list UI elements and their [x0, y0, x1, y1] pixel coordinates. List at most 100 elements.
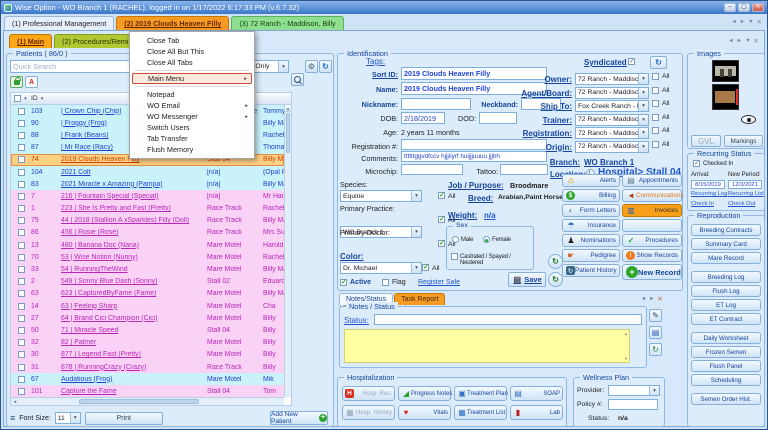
patient-name-link[interactable]: 216 | Fountain Special (Special) — [61, 193, 207, 200]
action-button[interactable]: Alerts — [562, 174, 620, 187]
action-button[interactable]: Appointments — [622, 174, 682, 187]
patient-owner-link[interactable]: Cha — [263, 303, 284, 310]
recurring-link[interactable]: Recurring Log — [691, 191, 727, 197]
row-checkbox[interactable] — [18, 144, 25, 151]
weight-value[interactable]: n/a — [484, 211, 496, 220]
sync-refresh-icon[interactable]: ↻ — [650, 56, 667, 69]
reproduction-button[interactable]: Scheduling — [691, 374, 761, 386]
row-checkbox[interactable] — [18, 388, 25, 395]
status-input[interactable] — [374, 314, 642, 325]
row-checkbox[interactable] — [18, 132, 25, 139]
row-checkbox[interactable] — [18, 376, 25, 383]
hospitalization-button[interactable]: Progress Notes — [398, 386, 451, 401]
action-button[interactable]: Nominations — [562, 234, 620, 247]
active-checkbox[interactable] — [340, 279, 347, 286]
scroll-down-icon[interactable]: ▼ — [624, 356, 628, 361]
hospitalization-button[interactable]: Hosp. History — [342, 405, 395, 420]
menu-item[interactable]: Flush Memory — [132, 144, 252, 155]
row-checkbox[interactable] — [18, 181, 25, 188]
action-button[interactable]: Show Records — [622, 249, 682, 262]
row-checkbox[interactable] — [18, 315, 25, 322]
row-checkbox[interactable] — [18, 156, 25, 163]
color-link[interactable]: Color: — [340, 252, 364, 261]
hospitalization-button[interactable]: SOAP — [510, 386, 563, 401]
patient-owner-link[interactable]: Billy Ma — [263, 266, 284, 273]
patient-owner-link[interactable]: Billy — [263, 315, 284, 322]
table-row[interactable]: 86 456 | Rosie (Rose) Race Track Mrs Sus — [11, 227, 284, 239]
patient-owner-link[interactable]: Mr Hana — [263, 193, 284, 200]
save-note-icon[interactable]: ▤ — [649, 326, 662, 339]
table-row[interactable]: 70 53 | Wise Notion (Nunny) Mare Motel R… — [11, 251, 284, 263]
action-button[interactable]: Patient History — [562, 264, 620, 277]
patient-owner-link[interactable]: Billy Ma — [263, 217, 284, 224]
party-select[interactable]: 72 Ranch - Maddison, B — [575, 127, 649, 139]
search-icon[interactable] — [291, 73, 304, 86]
patient-owner-link[interactable]: Harold — [263, 242, 284, 249]
action-button[interactable]: Notes — [622, 219, 682, 232]
branch-label[interactable]: Branch: — [518, 158, 580, 167]
horizontal-scrollbar[interactable]: ◄ — [11, 397, 284, 405]
patient-owner-link[interactable]: Billy Ma — [263, 156, 284, 163]
panel-close-icon[interactable]: ✕ — [658, 295, 663, 303]
patient-name-link[interactable]: 456 | Rosie (Rose) — [61, 229, 207, 236]
breed-link[interactable]: Breed: — [468, 194, 493, 203]
row-checkbox[interactable] — [18, 278, 25, 285]
tab-close-icon[interactable]: ✕ — [757, 18, 762, 26]
syndicated-link[interactable]: Syndicated — [584, 58, 627, 67]
party-label-link[interactable]: Agent/Board: — [514, 89, 572, 98]
subtab-close-icon[interactable]: ✕ — [754, 37, 759, 45]
vertical-scrollbar[interactable]: ▲ — [284, 105, 291, 397]
gear-icon[interactable]: ⚙ — [305, 60, 318, 73]
menu-item[interactable]: Close Tab — [132, 35, 252, 46]
row-checkbox[interactable] — [18, 229, 25, 236]
menu-item[interactable]: Notepad — [132, 89, 252, 100]
list-menu-icon[interactable]: ≡ — [10, 413, 15, 423]
patient-name-link[interactable]: 2021 Miracle x Amazing (Pampa) — [61, 181, 207, 188]
action-button[interactable]: Billing — [562, 189, 620, 202]
checked-in-checkbox[interactable] — [693, 160, 700, 167]
party-select[interactable]: 72 Ranch - Maddison, B — [575, 141, 649, 153]
subtab-prev-icon[interactable]: ◄ — [728, 38, 733, 44]
party-select[interactable]: 72 Ranch - Maddison, B — [575, 114, 649, 126]
maximize-button[interactable]: ▢ — [738, 3, 750, 12]
patient-name-link[interactable]: 54 | RunningTheWind — [61, 266, 207, 273]
party-all-checkbox[interactable] — [652, 87, 659, 94]
patient-owner-link[interactable]: Billy — [263, 339, 284, 346]
patient-owner-link[interactable]: Rachel F — [263, 132, 284, 139]
patient-photo-thumbnail[interactable] — [712, 84, 739, 110]
filter-icon[interactable]: ▼ — [23, 96, 27, 101]
action-button[interactable]: Pedigree — [562, 249, 620, 262]
patient-owner-link[interactable]: Tom — [263, 388, 284, 395]
patient-owner-link[interactable]: Thomas — [263, 144, 284, 151]
menu-item[interactable]: Switch Users — [132, 122, 252, 133]
refresh-record-icon[interactable]: ↻ — [548, 254, 563, 269]
hospitalization-button[interactable]: Lab — [510, 405, 563, 420]
reload-record-icon[interactable]: ↻ — [548, 272, 563, 287]
provider-select[interactable] — [608, 385, 660, 396]
scroll-up-icon[interactable]: ▲ — [285, 105, 291, 112]
hospitalization-button[interactable]: Vitals — [398, 405, 451, 420]
patient-owner-link[interactable]: Billy — [263, 327, 284, 334]
row-checkbox[interactable] — [18, 193, 25, 200]
row-checkbox[interactable] — [18, 303, 25, 310]
print-button[interactable]: Print — [85, 412, 163, 425]
refresh-icon[interactable]: ↻ — [319, 60, 332, 73]
practice-all-checkbox[interactable] — [438, 216, 445, 223]
row-checkbox[interactable] — [18, 242, 25, 249]
patient-owner-link[interactable]: Rachel F — [263, 254, 284, 261]
save-button[interactable]: Save — [508, 272, 546, 287]
syndicated-checkbox[interactable] — [628, 58, 635, 65]
row-checkbox[interactable] — [18, 266, 25, 273]
table-row[interactable]: 101 Capture the Fame Stall 04 Tom — [11, 385, 284, 397]
table-row[interactable]: 7 216 | Fountain Special (Special) [n/a]… — [11, 190, 284, 202]
table-row[interactable]: 104 2021 Colt [n/a] (Opal Ra — [11, 166, 284, 178]
patient-photo-thumbnail[interactable] — [712, 60, 739, 82]
party-select[interactable]: 72 Ranch - Maddison, B — [575, 87, 649, 99]
main-tab[interactable]: (2) 2019 Clouds Heaven Filly — [116, 16, 229, 30]
reproduction-button[interactable]: ET Contract — [691, 313, 761, 325]
note-history-icon[interactable]: ↻ — [649, 343, 662, 356]
row-checkbox[interactable] — [18, 351, 25, 358]
table-row[interactable]: 50 71 | Miracle Speed Stall 04 Billy — [11, 324, 284, 336]
patient-owner-link[interactable]: Billy Ma — [263, 181, 284, 188]
row-checkbox[interactable] — [18, 339, 25, 346]
